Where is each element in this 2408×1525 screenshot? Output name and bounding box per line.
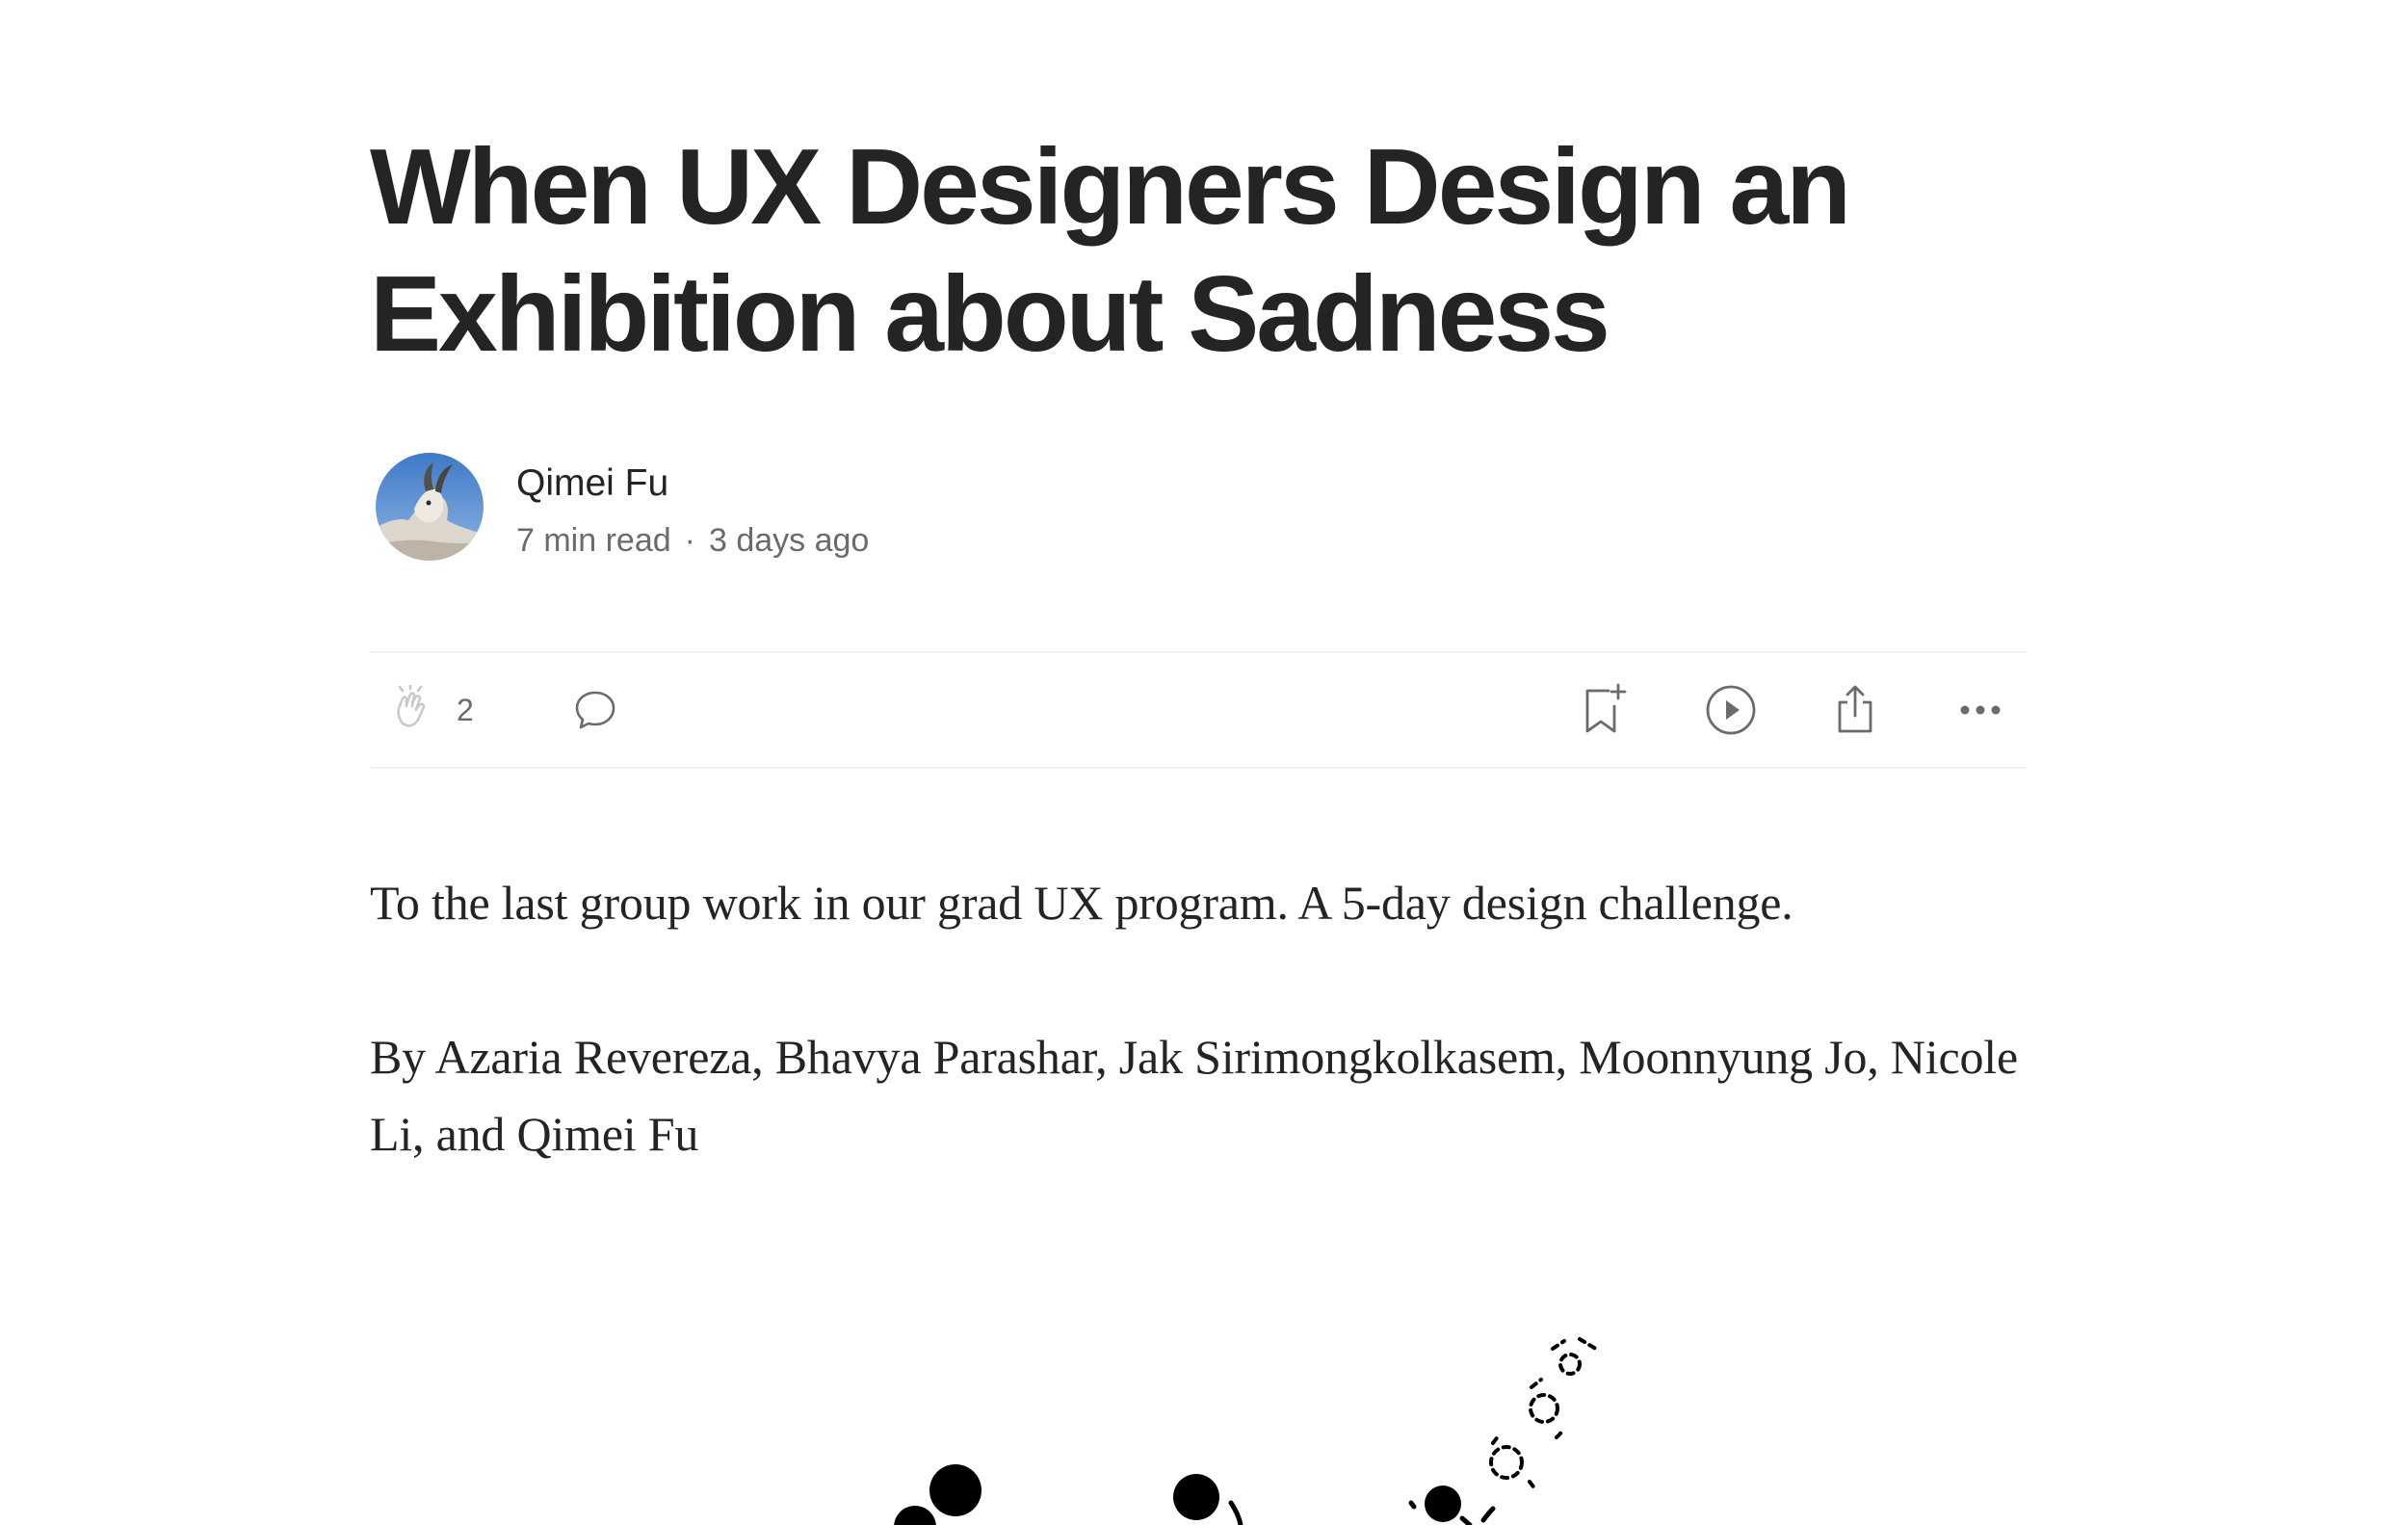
more-button[interactable] (1959, 682, 2002, 738)
speech-bubble-icon[interactable] (572, 687, 618, 733)
author-name[interactable]: Qimei Fu (516, 460, 668, 507)
figure-head (1425, 1486, 1461, 1522)
sadness-illustration (894, 1337, 1601, 1525)
save-button[interactable] (1580, 682, 1630, 738)
bookmark-add-icon[interactable] (1580, 683, 1630, 737)
more-dots-icon[interactable] (1959, 703, 2002, 717)
clap-icon[interactable] (389, 685, 439, 735)
figure-head (894, 1506, 936, 1525)
share-icon[interactable] (1832, 683, 1878, 737)
article-meta: 7 min read · 3 days ago (516, 520, 869, 561)
play-icon[interactable] (1705, 684, 1757, 736)
action-bar: 2 (370, 651, 2027, 769)
article-title: When UX Designers Design an Exhibition a… (370, 127, 1851, 374)
byline: Qimei Fu 7 min read · 3 days ago (370, 451, 1333, 563)
meta-separator: · (684, 522, 695, 559)
publish-date[interactable]: 3 days ago (709, 522, 869, 559)
clap-count: 2 (457, 692, 474, 727)
intro-paragraph: To the last group work in our grad UX pr… (370, 876, 1793, 930)
read-time: 7 min read (516, 522, 671, 559)
thought-bubbles (1489, 1337, 1601, 1491)
clap-button[interactable]: 2 (389, 682, 474, 738)
figure-head (929, 1464, 982, 1516)
author-avatar[interactable] (376, 453, 484, 561)
respond-button[interactable] (572, 682, 618, 738)
share-button[interactable] (1832, 682, 1878, 738)
figure-head (1173, 1474, 1219, 1520)
goat-avatar-image (376, 453, 484, 561)
authors-paragraph: By Azaria Revereza, Bhavya Parashar, Jak… (370, 1030, 2018, 1161)
listen-button[interactable] (1705, 682, 1757, 738)
